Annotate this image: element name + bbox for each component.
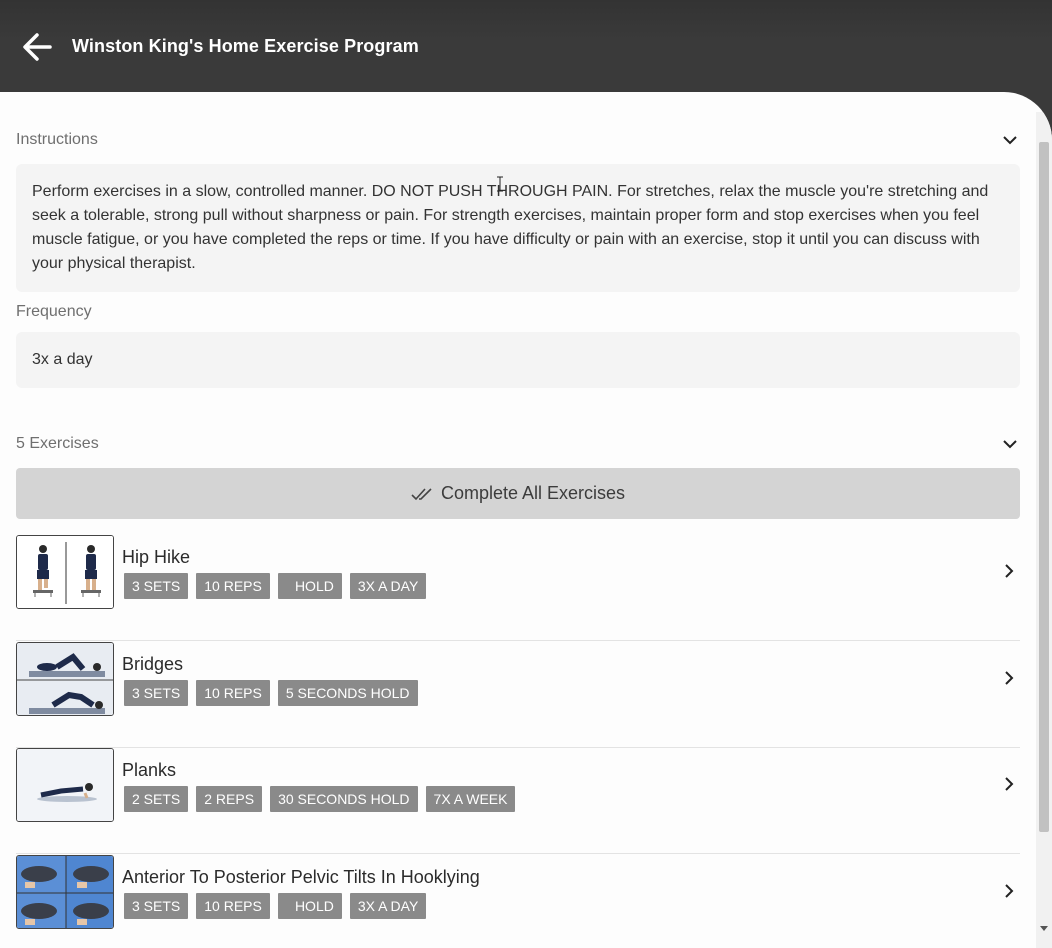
- exercise-tags: 2 SETS 2 REPS 30 SECONDS HOLD 7X A WEEK: [124, 786, 516, 812]
- exercise-name: Hip Hike: [122, 547, 191, 567]
- exercises-header[interactable]: 5 Exercises: [16, 432, 1020, 456]
- exercises-count-label: 5 Exercises: [16, 435, 99, 452]
- arrow-left-icon[interactable]: [20, 30, 54, 64]
- chevron-right-icon[interactable]: [1002, 563, 1016, 579]
- exercise-tags: 3 SETS 10 REPS HOLD 3X A DAY: [124, 573, 427, 599]
- frequency-label: Frequency: [16, 303, 92, 320]
- exercise-tags: 3 SETS 10 REPS 5 SECONDS HOLD: [124, 680, 418, 706]
- exercise-row-hip-hike[interactable]: Hip Hike 3 SETS 10 REPS HOLD 3X A DAY: [16, 535, 1020, 641]
- exercise-name: Planks: [122, 760, 177, 780]
- complete-all-label: Complete All Exercises: [440, 483, 626, 503]
- frequency-tag: 3X A DAY: [349, 573, 427, 599]
- exercise-thumbnail: [16, 535, 114, 609]
- frequency-value: 3x a day: [32, 351, 93, 368]
- reps-tag: 10 REPS: [196, 573, 270, 599]
- exercise-thumbnail: [16, 855, 114, 929]
- exercise-thumbnail: [16, 748, 114, 822]
- sets-tag: 3 SETS: [124, 573, 189, 599]
- reps-tag: 10 REPS: [196, 680, 270, 706]
- instructions-text: Perform exercises in a slow, controlled …: [32, 183, 989, 272]
- text-cursor-icon: [497, 176, 503, 192]
- scroll-down-arrow-icon[interactable]: [1040, 924, 1048, 932]
- frequency-box: 3x a day: [16, 332, 1020, 388]
- exercise-thumbnail: [16, 642, 114, 716]
- frequency-header: Frequency: [16, 300, 1020, 324]
- chevron-right-icon[interactable]: [1002, 776, 1016, 792]
- exercise-row-pelvic-tilts[interactable]: Anterior To Posterior Pelvic Tilts In Ho…: [16, 855, 1020, 948]
- instructions-header[interactable]: Instructions: [16, 128, 1020, 152]
- exercise-name: Anterior To Posterior Pelvic Tilts In Ho…: [122, 867, 480, 887]
- chevron-down-icon[interactable]: [1002, 132, 1018, 148]
- reps-tag: 2 REPS: [196, 786, 263, 812]
- scrollbar-thumb[interactable]: [1039, 142, 1049, 832]
- hold-tag: 5 SECONDS HOLD: [277, 680, 418, 706]
- instructions-label: Instructions: [16, 131, 98, 148]
- complete-all-exercises-button[interactable]: Complete All Exercises: [16, 468, 1020, 519]
- exercise-tags: 3 SETS 10 REPS HOLD 3X A DAY: [124, 893, 427, 919]
- instructions-box: Perform exercises in a slow, controlled …: [16, 164, 1020, 292]
- double-check-icon: [411, 487, 432, 500]
- exercise-row-planks[interactable]: Planks 2 SETS 2 REPS 30 SECONDS HOLD 7X …: [16, 748, 1020, 854]
- sets-tag: 3 SETS: [124, 680, 189, 706]
- exercise-row-bridges[interactable]: Bridges 3 SETS 10 REPS 5 SECONDS HOLD: [16, 642, 1020, 748]
- page-title: Winston King's Home Exercise Program: [72, 36, 419, 56]
- chevron-right-icon[interactable]: [1002, 883, 1016, 899]
- frequency-tag: 7X A WEEK: [425, 786, 516, 812]
- sets-tag: 2 SETS: [124, 786, 189, 812]
- content-sheet: Instructions Perform exercises in a slow…: [0, 92, 1052, 948]
- frequency-tag: 3X A DAY: [349, 893, 427, 919]
- hold-tag: HOLD: [277, 573, 342, 599]
- scrollbar-track[interactable]: [1036, 112, 1052, 948]
- hold-tag: HOLD: [277, 893, 342, 919]
- reps-tag: 10 REPS: [196, 893, 270, 919]
- hold-tag: 30 SECONDS HOLD: [270, 786, 418, 812]
- exercise-name: Bridges: [122, 654, 184, 674]
- chevron-right-icon[interactable]: [1002, 670, 1016, 686]
- chevron-down-icon[interactable]: [1002, 436, 1018, 452]
- sets-tag: 3 SETS: [124, 893, 189, 919]
